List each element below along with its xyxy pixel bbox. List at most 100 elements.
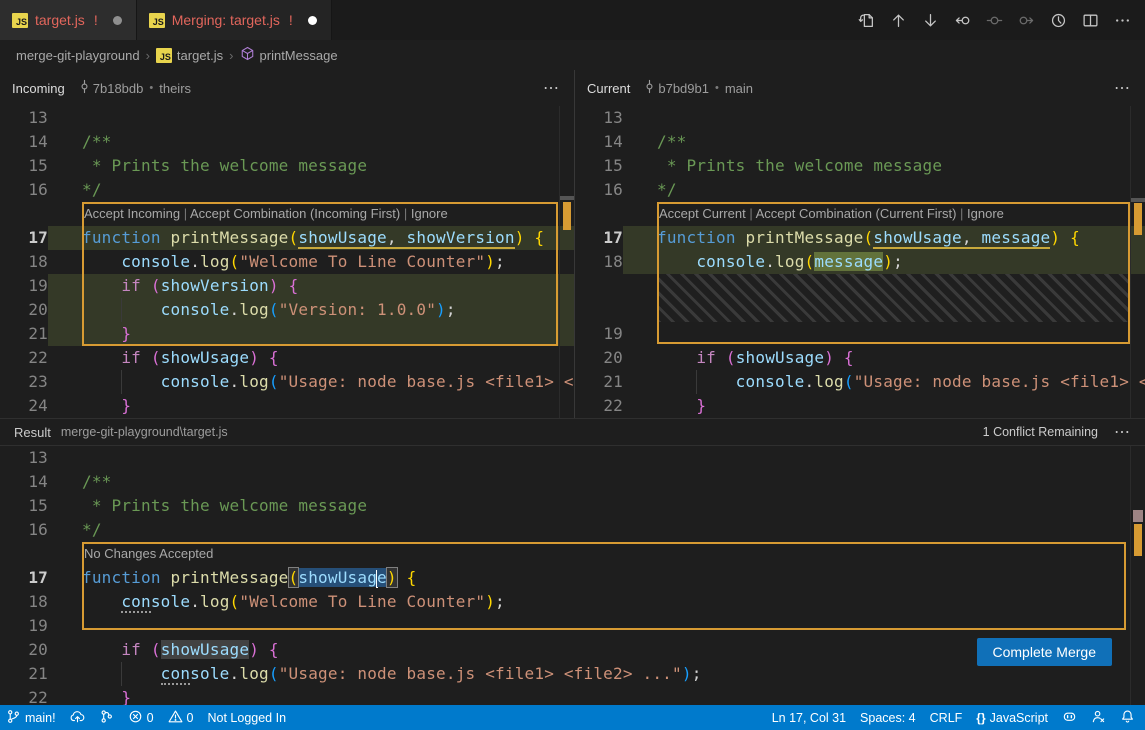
more-actions-icon[interactable]: ⋯ <box>1114 422 1131 442</box>
conflict-action[interactable]: Accept Incoming <box>84 206 180 221</box>
modified-dot-icon[interactable] <box>308 16 317 25</box>
result-header: Result merge-git-playground\target.js 1 … <box>0 418 1145 446</box>
overview-ruler[interactable] <box>1130 446 1145 705</box>
conflict-action[interactable]: Accept Current <box>659 206 746 221</box>
current-title: Current <box>587 81 630 96</box>
base-view-icon[interactable] <box>1050 12 1067 29</box>
breadcrumb-item-printmessage[interactable]: printMessage <box>240 46 338 64</box>
code-line[interactable]: 16*/ <box>575 178 1145 202</box>
code-line[interactable]: 15 * Prints the welcome message <box>575 154 1145 178</box>
code-line[interactable]: 21 console.log("Usage: node base.js <fil… <box>575 370 1145 394</box>
code-line[interactable]: 16*/ <box>0 178 574 202</box>
conflict-action[interactable]: Accept Combination (Current First) <box>756 206 957 221</box>
code-line[interactable]: 13 <box>0 106 574 130</box>
code-line[interactable]: 20 if (showUsage) { <box>0 638 1145 662</box>
code-line[interactable]: 21 } <box>0 322 574 346</box>
notifications-bell[interactable] <box>1120 705 1135 730</box>
more-actions-icon[interactable] <box>1114 12 1131 29</box>
copilot-status[interactable] <box>1062 705 1077 730</box>
result-editor[interactable]: Complete Merge 1314/**15 * Prints the we… <box>0 446 1145 705</box>
code-line[interactable]: 21 console.log("Usage: node base.js <fil… <box>0 662 1145 686</box>
code-line[interactable]: 17function printMessage(showUsage, messa… <box>575 226 1145 250</box>
modified-dot-icon[interactable] <box>113 16 122 25</box>
eol-sequence[interactable]: CRLF <box>930 705 963 730</box>
more-actions-icon[interactable]: ⋯ <box>1114 78 1131 98</box>
deleted-lines-region <box>575 274 1145 322</box>
overview-ruler[interactable] <box>1130 106 1145 418</box>
code-line[interactable]: 14/** <box>0 130 574 154</box>
status-bar-left: main! 0 0 Not Logged In <box>6 705 286 730</box>
code-line[interactable]: 19 if (showVersion) { <box>0 274 574 298</box>
code-line[interactable]: 14/** <box>575 130 1145 154</box>
code-line[interactable]: No Changes Accepted <box>0 542 1145 566</box>
status-label: 0 <box>187 711 194 725</box>
code-line[interactable]: 18 console.log(message); <box>575 250 1145 274</box>
indentation[interactable]: Spaces: 4 <box>860 705 916 730</box>
code-line[interactable]: 18 console.log("Welcome To Line Counter"… <box>0 250 574 274</box>
code-line[interactable]: 18 console.log("Welcome To Line Counter"… <box>0 590 1145 614</box>
js-file-icon: JS <box>12 13 28 28</box>
breadcrumb-item-target-js[interactable]: JStarget.js <box>156 48 223 63</box>
code-line[interactable]: 17function printMessage(showUsage) { <box>0 566 1145 590</box>
code-line[interactable]: 13 <box>0 446 1145 470</box>
arrow-up-icon[interactable] <box>890 12 907 29</box>
current-conflict-icon[interactable] <box>986 12 1003 29</box>
line-number: 20 <box>0 638 48 662</box>
line-number: 15 <box>575 154 623 178</box>
code-line[interactable]: 22 if (showUsage) { <box>0 346 574 370</box>
code-line[interactable]: Accept Incoming | Accept Combination (In… <box>0 202 574 226</box>
complete-merge-button[interactable]: Complete Merge <box>977 638 1113 666</box>
code-line[interactable]: 14/** <box>0 470 1145 494</box>
tab-target-js[interactable]: JStarget.js! <box>0 0 137 40</box>
conflict-action[interactable]: Accept Combination (Incoming First) <box>190 206 400 221</box>
tab-label: target.js <box>35 12 85 28</box>
code-line[interactable]: 20 if (showUsage) { <box>575 346 1145 370</box>
current-editor[interactable]: 1314/**15 * Prints the welcome message16… <box>575 106 1145 418</box>
more-actions-icon[interactable]: ⋯ <box>543 78 560 98</box>
branch-indicator[interactable]: main! <box>6 705 56 730</box>
warnings-count[interactable]: 0 <box>168 705 194 730</box>
overview-ruler[interactable] <box>559 106 574 418</box>
incoming-editor[interactable]: 1314/**15 * Prints the welcome message16… <box>0 106 574 418</box>
code-line[interactable]: 20 console.log("Version: 1.0.0"); <box>0 298 574 322</box>
editor-actions-toolbar <box>858 0 1131 40</box>
current-pane: Current b7bd9b1 • main ⋯ 1314/**15 * Pri… <box>575 70 1145 418</box>
banner-separator: | <box>746 206 756 221</box>
code-line[interactable]: 16*/ <box>0 518 1145 542</box>
code-line[interactable]: 23 console.log("Usage: node base.js <fil… <box>0 370 574 394</box>
scrollbar-slider[interactable] <box>1133 510 1143 522</box>
split-editor-icon[interactable] <box>1082 12 1099 29</box>
next-conflict-icon[interactable] <box>1018 12 1035 29</box>
code-line[interactable]: 13 <box>575 106 1145 130</box>
conflict-action[interactable]: Ignore <box>967 206 1004 221</box>
code-line[interactable]: 17function printMessage(showUsage, showV… <box>0 226 574 250</box>
code-line[interactable]: 19 <box>0 614 1145 638</box>
code-line[interactable]: 15 * Prints the welcome message <box>0 494 1145 518</box>
code-line[interactable]: 24 } <box>0 394 574 418</box>
account[interactable] <box>1091 705 1106 730</box>
prev-conflict-icon[interactable] <box>954 12 971 29</box>
cursor-position[interactable]: Ln 17, Col 31 <box>772 705 846 730</box>
arrow-down-icon[interactable] <box>922 12 939 29</box>
publish-changes[interactable] <box>70 705 85 730</box>
code-line[interactable]: 22 } <box>575 394 1145 418</box>
banner-separator: | <box>180 206 190 221</box>
scrollbar-slider[interactable] <box>560 196 574 200</box>
tab-merging-target-js[interactable]: JSMerging: target.js! <box>137 0 332 40</box>
incoming-commit: 7b18bdb <box>77 79 144 97</box>
open-changes-icon[interactable] <box>858 12 875 29</box>
scrollbar-slider[interactable] <box>1131 198 1145 202</box>
errors-count[interactable]: 0 <box>128 705 154 730</box>
conflict-action[interactable]: Ignore <box>411 206 448 221</box>
code-line[interactable]: Accept Current | Accept Combination (Cur… <box>575 202 1145 226</box>
breadcrumb-item-merge-git-playground[interactable]: merge-git-playground <box>16 48 140 63</box>
language-mode[interactable]: {}JavaScript <box>976 705 1048 730</box>
code-line[interactable]: 22 } <box>0 686 1145 705</box>
code-line[interactable]: 15 * Prints the welcome message <box>0 154 574 178</box>
status-label: CRLF <box>930 711 963 725</box>
source-control-graph[interactable] <box>99 705 114 730</box>
bell-icon <box>1120 709 1135 727</box>
breadcrumb-separator: › <box>229 48 233 63</box>
login-status[interactable]: Not Logged In <box>207 705 286 730</box>
code-line[interactable]: 19 <box>575 322 1145 346</box>
